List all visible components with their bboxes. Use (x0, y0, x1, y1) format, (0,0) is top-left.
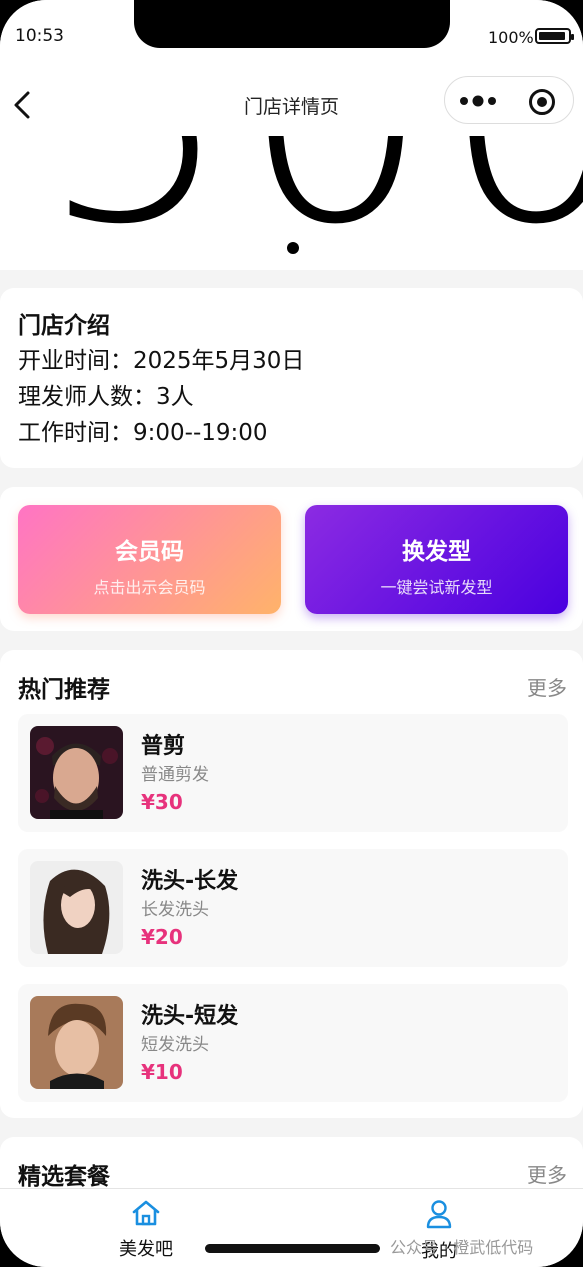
selected-title: 精选套餐 (18, 1164, 110, 1190)
actions-card: 会员码 点击出示会员码 换发型 一键尝试新发型 (0, 487, 583, 631)
battery-percent: 100% (488, 28, 534, 47)
home-indicator[interactable] (205, 1244, 380, 1253)
service-item[interactable]: 普剪 普通剪发 ¥30 (18, 714, 568, 832)
change-hairstyle-subtitle: 一键尝试新发型 (380, 578, 493, 597)
hot-recommend-section: 热门推荐 更多 普剪 普通剪发 ¥30 洗头-长发 长发洗头 ¥20 洗头-短发… (0, 650, 583, 1118)
service-price: ¥10 (141, 1060, 183, 1084)
service-thumbnail (30, 726, 123, 819)
close-miniprogram-icon[interactable] (529, 89, 555, 115)
service-thumbnail (30, 861, 123, 954)
intro-work-hours: 工作时间：9:00--19:00 (18, 420, 268, 446)
service-item[interactable]: 洗头-短发 短发洗头 ¥10 (18, 984, 568, 1102)
nav-bar: 门店详情页 (0, 70, 583, 136)
intro-open-date: 开业时间：2025年5月30日 (18, 348, 305, 374)
carousel-indicator-dot (287, 242, 299, 254)
service-desc: 长发洗头 (141, 900, 209, 920)
service-name: 洗头-长发 (141, 869, 239, 894)
intro-barber-count: 理发师人数：3人 (18, 384, 194, 410)
watermark: 公众号 · 橙武低代码 (390, 1238, 534, 1257)
banner-carousel[interactable]: 500 (0, 136, 583, 270)
change-hairstyle-title: 换发型 (402, 539, 471, 565)
banner-image-text: 500 (40, 136, 583, 266)
member-code-title: 会员码 (115, 539, 184, 565)
service-name: 洗头-短发 (141, 1004, 239, 1029)
status-bar: 10:53 100% (0, 0, 583, 70)
hot-title: 热门推荐 (18, 677, 110, 703)
member-code-button[interactable]: 会员码 点击出示会员码 (18, 505, 281, 614)
more-icon[interactable] (459, 91, 497, 111)
tab-home[interactable]: 美发吧 (86, 1199, 206, 1261)
hot-more-link[interactable]: 更多 (527, 672, 567, 701)
service-desc: 短发洗头 (141, 1035, 209, 1055)
selected-more-link[interactable]: 更多 (527, 1159, 567, 1188)
service-price: ¥20 (141, 925, 183, 949)
store-intro-card: 门店介绍 开业时间：2025年5月30日 理发师人数：3人 工作时间：9:00-… (0, 288, 583, 468)
service-price: ¥30 (141, 790, 183, 814)
service-thumbnail (30, 996, 123, 1089)
member-code-subtitle: 点击出示会员码 (93, 578, 206, 597)
notch (134, 0, 450, 48)
intro-title: 门店介绍 (18, 313, 110, 339)
user-icon (426, 1200, 452, 1229)
battery-icon (535, 28, 574, 44)
service-name: 普剪 (141, 734, 186, 759)
change-hairstyle-button[interactable]: 换发型 一键尝试新发型 (305, 505, 568, 614)
home-icon (132, 1200, 160, 1226)
service-item[interactable]: 洗头-长发 长发洗头 ¥20 (18, 849, 568, 967)
phone-screen: 10:53 100% 门店详情页 500 门店介绍 开业时间：2025年5月30… (0, 0, 583, 1267)
tab-home-label: 美发吧 (119, 1239, 173, 1260)
status-time: 10:53 (15, 26, 64, 46)
mini-program-capsule (444, 76, 574, 124)
service-desc: 普通剪发 (141, 765, 209, 785)
